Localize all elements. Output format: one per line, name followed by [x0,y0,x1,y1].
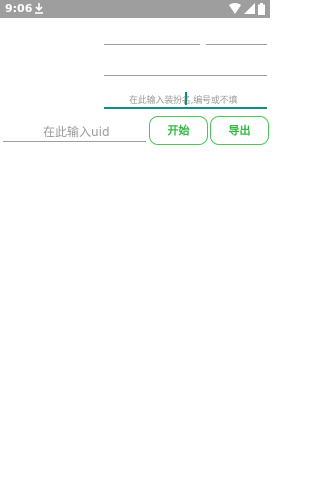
empty-field-3[interactable] [104,58,267,74]
status-time: 9:06 [5,2,33,15]
export-button[interactable]: 导出 [210,116,269,145]
equip-name-input[interactable]: 在此输入装扮名,编号或不填 [104,90,267,109]
start-button[interactable]: 开始 [149,116,208,145]
status-bar: 9:06 [0,0,270,18]
equip-name-placeholder: 在此输入装扮名,编号或不填 [129,96,238,106]
empty-field-2[interactable] [206,28,267,44]
text-cursor [185,92,187,105]
empty-field-1-underline [104,44,200,45]
signal-icon [244,3,255,14]
empty-field-1[interactable] [104,28,200,44]
empty-field-3-underline [104,75,267,76]
uid-input[interactable]: 在此输入uid [3,121,146,142]
battery-icon [258,3,265,15]
empty-field-2-underline [206,44,267,45]
uid-placeholder: 在此输入uid [43,125,110,139]
download-icon [35,3,43,14]
wifi-icon [229,3,241,14]
